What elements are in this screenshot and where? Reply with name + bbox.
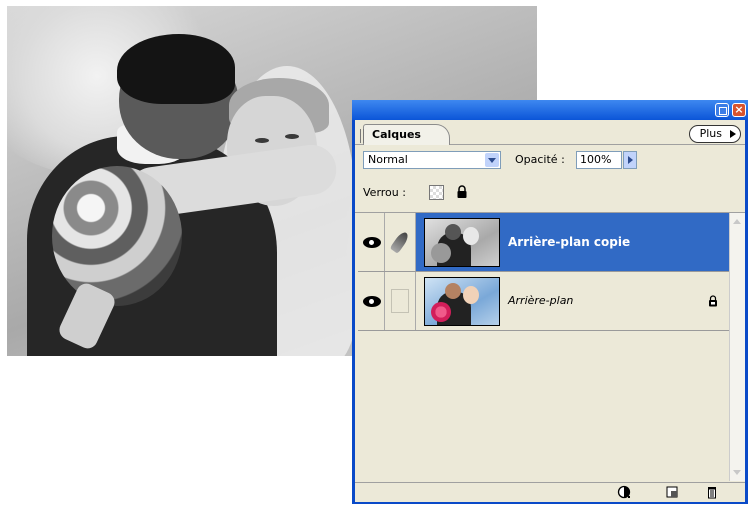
lock-row: Verrou :	[355, 176, 745, 213]
layer-thumbnail	[424, 277, 500, 326]
adjustment-layer-icon[interactable]	[617, 485, 631, 499]
triangle-right-icon	[730, 130, 736, 138]
chevron-down-icon[interactable]	[485, 153, 499, 167]
brush-icon	[389, 230, 411, 254]
scroll-down-icon[interactable]	[732, 468, 742, 478]
lock-icon	[709, 295, 717, 307]
layer-link-cell[interactable]	[385, 272, 416, 330]
minimize-icon[interactable]	[715, 103, 729, 117]
layer-link-cell[interactable]	[385, 213, 416, 271]
layers-panel: × Calques Plus Normal Opacité : 100% Ver…	[352, 100, 748, 504]
opacity-input[interactable]: 100%	[576, 151, 622, 169]
opacity-slider-arrow-icon[interactable]	[623, 151, 637, 169]
layer-name-cell[interactable]: Arrière-plan copie	[416, 213, 730, 271]
plus-button-label: Plus	[699, 127, 722, 140]
layer-row[interactable]: Arrière-plan copie	[358, 213, 730, 272]
scroll-up-icon[interactable]	[732, 216, 742, 226]
layer-name-cell[interactable]: Arrière-plan	[416, 272, 730, 330]
tab-row: Calques Plus	[355, 120, 745, 145]
layer-name: Arrière-plan	[508, 294, 574, 307]
transparency-lock-icon[interactable]	[429, 185, 444, 200]
trash-icon[interactable]	[705, 485, 719, 499]
eye-icon	[363, 237, 381, 248]
panel-title-bar[interactable]: ×	[352, 100, 748, 120]
eye-icon	[363, 296, 381, 307]
layer-name: Arrière-plan copie	[508, 235, 631, 249]
link-empty-box	[391, 289, 409, 313]
blend-mode-select[interactable]: Normal	[363, 151, 501, 169]
layers-scrollbar[interactable]	[729, 213, 745, 481]
visibility-toggle[interactable]	[358, 272, 385, 330]
close-icon[interactable]: ×	[732, 103, 746, 117]
lock-label: Verrou :	[363, 186, 406, 199]
blend-row: Normal Opacité : 100%	[355, 144, 745, 176]
new-layer-icon[interactable]	[665, 485, 679, 499]
panel-bottom-bar	[355, 482, 745, 502]
plus-menu-button[interactable]: Plus	[688, 125, 741, 143]
lock-icon[interactable]	[456, 185, 468, 199]
layer-row[interactable]: Arrière-plan	[358, 272, 730, 331]
visibility-toggle[interactable]	[358, 213, 385, 271]
tab-calques[interactable]: Calques	[360, 124, 450, 145]
layers-list: Arrière-plan copie Arrière-plan	[358, 213, 730, 481]
blend-mode-value: Normal	[368, 153, 408, 166]
opacity-label: Opacité :	[515, 153, 565, 166]
layer-thumbnail	[424, 218, 500, 267]
